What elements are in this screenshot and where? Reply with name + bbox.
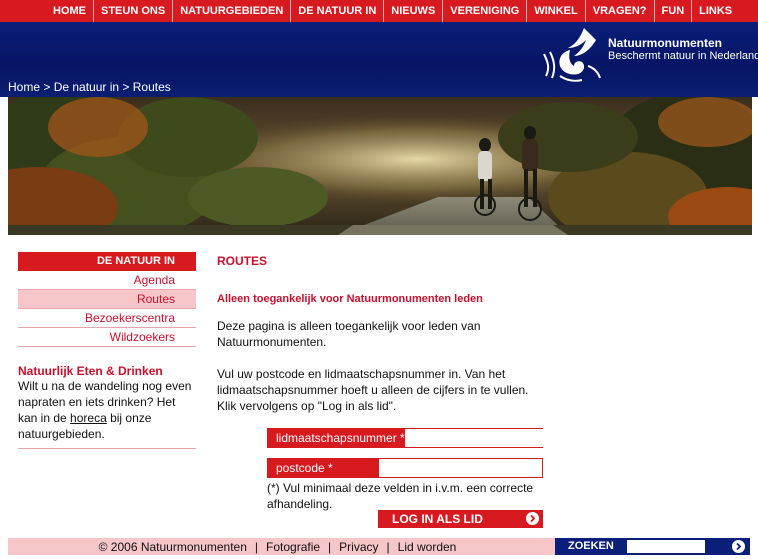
breadcrumb-current: Routes bbox=[132, 80, 171, 94]
instructions-paragraph: Vul uw postcode en lidmaatschapsnummer i… bbox=[217, 367, 529, 413]
footer-link-lid-worden[interactable]: Lid worden bbox=[398, 540, 457, 554]
nav-item-links[interactable]: LINKS bbox=[691, 0, 739, 22]
footer: © 2006 Natuurmonumenten | Fotografie | P… bbox=[0, 538, 758, 559]
site-logo[interactable]: Natuurmonumenten Beschermt natuur in Ned… bbox=[540, 26, 758, 84]
footer-link-fotografie[interactable]: Fotografie bbox=[266, 540, 320, 554]
breadcrumb-de-natuur-in[interactable]: De natuur in bbox=[54, 80, 119, 94]
breadcrumb-separator: > bbox=[119, 80, 133, 94]
sidebar-item-routes[interactable]: Routes bbox=[18, 290, 196, 309]
login-button-label: LOG IN ALS LID bbox=[392, 512, 483, 526]
top-nav-items: HOME STEUN ONS NATUURGEBIEDEN DE NATUUR … bbox=[46, 0, 739, 22]
promo-text: Wilt u na de wandeling nog even napraten… bbox=[18, 378, 196, 442]
nav-item-home[interactable]: HOME bbox=[46, 0, 93, 22]
logo-tagline: Beschermt natuur in Nederland bbox=[608, 50, 758, 62]
page-title: ROUTES bbox=[217, 254, 268, 268]
horeca-link[interactable]: horeca bbox=[70, 411, 107, 425]
postcode-row: postcode * bbox=[267, 458, 543, 478]
member-number-row: lidmaatschapsnummer * bbox=[267, 428, 568, 448]
members-only-heading: Alleen toegankelijk voor Natuurmonumente… bbox=[217, 293, 483, 305]
nav-item-winkel[interactable]: WINKEL bbox=[526, 0, 584, 22]
cyclists-forest-photo bbox=[8, 97, 752, 235]
chevron-right-icon bbox=[526, 512, 539, 525]
member-number-label: lidmaatschapsnummer * bbox=[268, 429, 405, 447]
login-button[interactable]: LOG IN ALS LID bbox=[378, 510, 543, 528]
section-heading[interactable]: DE NATUUR IN bbox=[18, 252, 196, 271]
nav-item-de-natuur-in[interactable]: DE NATUUR IN bbox=[290, 0, 383, 22]
promo-block: Natuurlijk Eten & Drinken Wilt u na de w… bbox=[18, 364, 196, 449]
sidebar-item-bezoekerscentra[interactable]: Bezoekerscentra bbox=[18, 309, 196, 328]
nav-item-steun-ons[interactable]: STEUN ONS bbox=[93, 0, 172, 22]
required-fields-note: (*) Vul minimaal deze velden in i.v.m. e… bbox=[267, 481, 534, 511]
member-number-field[interactable] bbox=[404, 429, 568, 447]
nav-item-natuurgebieden[interactable]: NATUURGEBIEDEN bbox=[172, 0, 290, 22]
breadcrumb-separator: > bbox=[40, 80, 54, 94]
search-bar: ZOEKEN bbox=[555, 538, 750, 555]
nav-item-nieuws[interactable]: NIEUWS bbox=[383, 0, 442, 22]
footer-links: © 2006 Natuurmonumenten | Fotografie | P… bbox=[0, 538, 555, 555]
nav-item-vragen[interactable]: VRAGEN? bbox=[584, 0, 654, 22]
postcode-field[interactable] bbox=[379, 459, 542, 477]
top-navigation: HOME STEUN ONS NATUURGEBIEDEN DE NATUUR … bbox=[0, 0, 758, 22]
intro-paragraph: Deze pagina is alleen toegankelijk voor … bbox=[217, 319, 481, 349]
footer-separator: | bbox=[386, 539, 390, 554]
bird-logo-icon bbox=[543, 28, 601, 82]
sidebar-item-wildzoekers[interactable]: Wildzoekers bbox=[18, 328, 196, 347]
search-label: ZOEKEN bbox=[568, 540, 614, 552]
section-navigation: DE NATUUR IN Agenda Routes Bezoekerscent… bbox=[18, 252, 196, 347]
breadcrumb-home[interactable]: Home bbox=[8, 80, 40, 94]
main-content: ROUTES Alleen toegankelijk voor Natuurmo… bbox=[217, 254, 547, 413]
logo-name: Natuurmonumenten bbox=[608, 36, 722, 50]
promo-title: Natuurlijk Eten & Drinken bbox=[18, 364, 163, 378]
breadcrumb: Home > De natuur in > Routes bbox=[8, 80, 171, 94]
search-input[interactable] bbox=[627, 540, 705, 553]
footer-separator: | bbox=[328, 539, 332, 554]
sidebar-item-agenda[interactable]: Agenda bbox=[18, 271, 196, 290]
footer-separator: | bbox=[254, 539, 259, 554]
search-submit-icon[interactable] bbox=[732, 540, 745, 553]
copyright-link[interactable]: © 2006 Natuurmonumenten bbox=[99, 540, 247, 554]
footer-link-privacy[interactable]: Privacy bbox=[339, 540, 378, 554]
postcode-label: postcode * bbox=[268, 459, 379, 477]
nav-item-fun[interactable]: FUN bbox=[653, 0, 692, 22]
nav-item-vereniging[interactable]: VERENIGING bbox=[442, 0, 526, 22]
hero-photo bbox=[8, 97, 752, 235]
header-banner: Home > De natuur in > Routes Natuurmonum… bbox=[0, 22, 758, 97]
